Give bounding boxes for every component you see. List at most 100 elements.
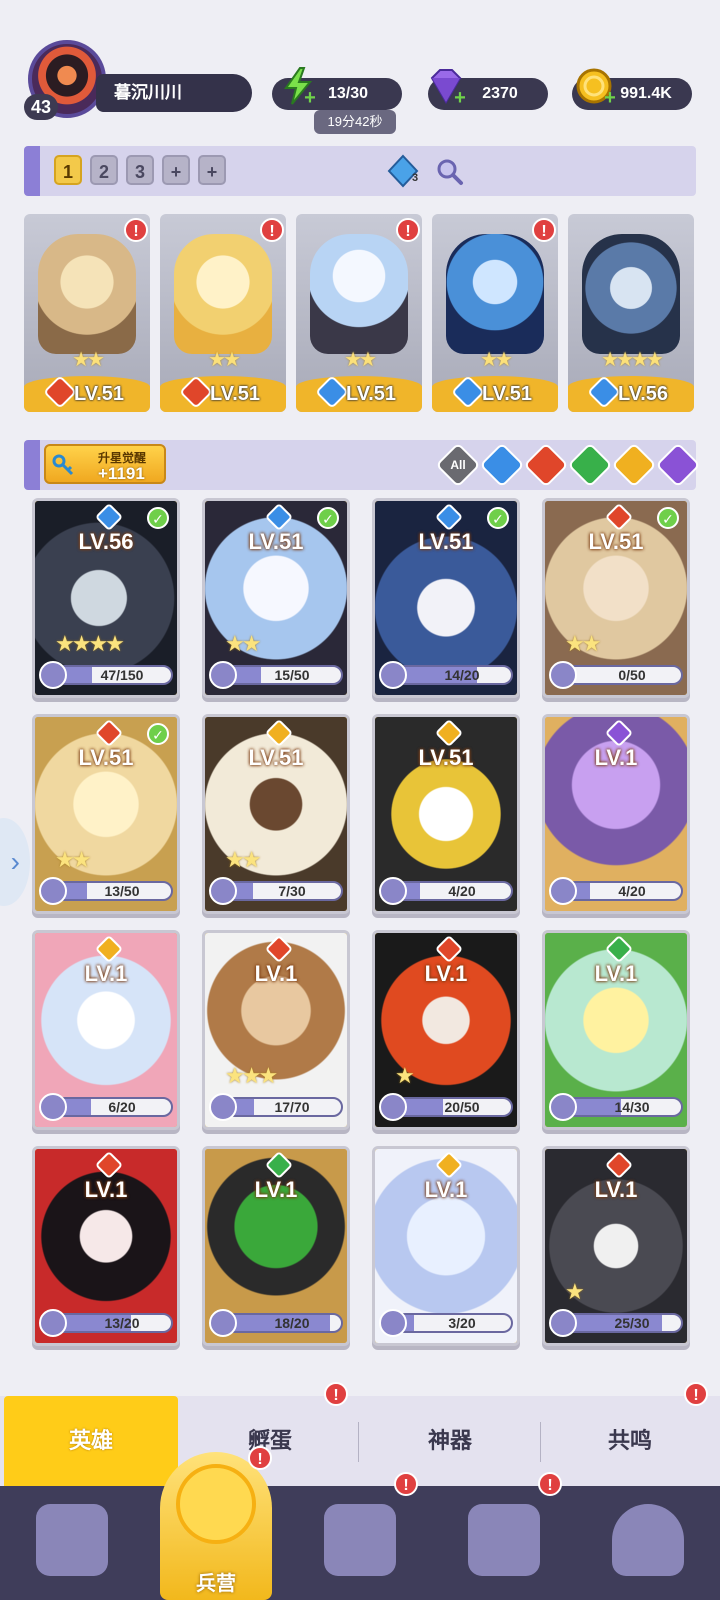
add-gems-icon[interactable]: + bbox=[452, 88, 468, 108]
shard-progress-bar: 17/70 bbox=[225, 1097, 343, 1117]
shard-progress-text: 4/20 bbox=[618, 883, 646, 899]
castle-icon bbox=[468, 1504, 540, 1576]
alert-badge: ! bbox=[394, 1472, 418, 1496]
energy-timer: 19分42秒 bbox=[314, 110, 396, 134]
top-bar: 43 暮沉川川 13/30 + 19分42秒 2370 + 991.4K + bbox=[0, 0, 720, 140]
shard-icon bbox=[549, 877, 577, 905]
shard-icon bbox=[209, 661, 237, 689]
team-add-button-1[interactable]: + bbox=[162, 155, 190, 185]
shard-progress-bar: 15/50 bbox=[225, 665, 343, 685]
alert-badge: ! bbox=[532, 218, 556, 242]
lineup-stars: ★★ bbox=[208, 349, 241, 371]
hero-stars: ★★★ bbox=[225, 1063, 278, 1088]
nav-map[interactable]: ! bbox=[288, 1472, 432, 1600]
player-avatar[interactable]: 43 bbox=[24, 40, 106, 120]
shard-icon bbox=[549, 661, 577, 689]
add-gold-icon[interactable]: + bbox=[602, 88, 618, 108]
chevron-right-icon[interactable]: › bbox=[0, 818, 30, 906]
shard-progress-text: 3/20 bbox=[448, 1315, 476, 1331]
hero-level: LV.1 bbox=[594, 961, 638, 986]
filter-light-icon[interactable] bbox=[611, 442, 657, 488]
hero-card[interactable]: ✓ LV.51 ★★ 0/50 bbox=[542, 498, 690, 698]
filter-fire-icon[interactable] bbox=[523, 442, 569, 488]
filter-water-icon[interactable] bbox=[479, 442, 525, 488]
shard-progress-bar: 18/20 bbox=[225, 1313, 343, 1333]
shard-icon bbox=[209, 877, 237, 905]
hero-level: LV.51 bbox=[588, 529, 644, 554]
hero-portrait bbox=[38, 234, 136, 354]
hero-level: LV.51 bbox=[248, 529, 304, 554]
filter-all-label: All bbox=[450, 458, 466, 472]
shard-icon bbox=[379, 661, 407, 689]
tab-artifact[interactable]: 神器 bbox=[360, 1396, 540, 1486]
hero-card[interactable]: LV.51 4/20 bbox=[372, 714, 520, 914]
shard-progress-bar: 20/50 bbox=[395, 1097, 513, 1117]
shard-icon bbox=[549, 1093, 577, 1121]
hero-card[interactable]: LV.1 13/20 bbox=[32, 1146, 180, 1346]
hero-card[interactable]: ✓ LV.56 ★★★★ 47/150 bbox=[32, 498, 180, 698]
shard-progress-text: 14/30 bbox=[614, 1099, 650, 1115]
crystal-count: 3 bbox=[412, 172, 419, 184]
filter-nature-icon[interactable] bbox=[567, 442, 613, 488]
shard-progress-text: 25/30 bbox=[614, 1315, 650, 1331]
tab-resonance[interactable]: 共鸣 bbox=[540, 1396, 720, 1486]
hero-card[interactable]: LV.1 4/20 bbox=[542, 714, 690, 914]
hero-level: LV.1 bbox=[594, 745, 638, 770]
check-icon: ✓ bbox=[487, 507, 509, 529]
hero-level: LV.51 bbox=[248, 745, 304, 770]
hero-card[interactable]: ✓ LV.51 ★★ 13/50 bbox=[32, 714, 180, 914]
lineup-slot-5[interactable]: ★★★★ LV.56 bbox=[568, 214, 694, 412]
team-lineup: ★★ LV.51 ! ★★ LV.51 ! ★★ LV.51 ! ★★ LV.5… bbox=[24, 214, 696, 414]
nav-castle[interactable]: ! bbox=[432, 1472, 576, 1600]
lineup-level: LV.51 bbox=[345, 383, 397, 405]
hero-card[interactable]: LV.1 ★★★ 17/70 bbox=[202, 930, 350, 1130]
player-name[interactable]: 暮沉川川 bbox=[96, 74, 252, 112]
hero-card[interactable]: LV.1 6/20 bbox=[32, 930, 180, 1130]
add-energy-icon[interactable]: + bbox=[302, 88, 318, 108]
check-icon: ✓ bbox=[147, 507, 169, 529]
search-icon[interactable] bbox=[434, 156, 464, 186]
hero-card[interactable]: LV.1 3/20 bbox=[372, 1146, 520, 1346]
lineup-stars: ★★★★ bbox=[601, 349, 664, 371]
star-awaken-button[interactable]: 升星觉醒 +1191 bbox=[44, 444, 166, 484]
key-icon bbox=[52, 454, 74, 476]
lineup-slot-1[interactable]: ★★ LV.51 ! bbox=[24, 214, 150, 412]
lineup-slot-3[interactable]: ★★ LV.51 ! bbox=[296, 214, 422, 412]
nav-cards[interactable] bbox=[0, 1486, 144, 1600]
alert-badge: ! bbox=[324, 1382, 348, 1406]
team-tab-1[interactable]: 1 bbox=[54, 155, 82, 185]
hero-card[interactable]: LV.51 ★★ 7/30 bbox=[202, 714, 350, 914]
nav-barracks[interactable]: ! 兵营 bbox=[144, 1438, 288, 1600]
hero-level: LV.1 bbox=[254, 961, 298, 986]
lineup-slot-2[interactable]: ★★ LV.51 ! bbox=[160, 214, 286, 412]
hero-card[interactable]: LV.1 14/30 bbox=[542, 930, 690, 1130]
shard-progress-bar: 7/30 bbox=[225, 881, 343, 901]
hero-level: LV.56 bbox=[78, 529, 134, 554]
map-icon bbox=[324, 1504, 396, 1576]
hero-card[interactable]: LV.1 18/20 bbox=[202, 1146, 350, 1346]
hero-card[interactable]: LV.1 ★ 25/30 bbox=[542, 1146, 690, 1346]
team-tab-3[interactable]: 3 bbox=[126, 155, 154, 185]
team-add-button-2[interactable]: + bbox=[198, 155, 226, 185]
shard-icon bbox=[39, 1093, 67, 1121]
hero-level: LV.1 bbox=[254, 1177, 298, 1202]
lineup-level: LV.56 bbox=[617, 383, 669, 405]
lineup-slot-4[interactable]: ★★ LV.51 ! bbox=[432, 214, 558, 412]
team-tab-2[interactable]: 2 bbox=[90, 155, 118, 185]
lineup-level: LV.51 bbox=[481, 383, 533, 405]
lineup-level: LV.51 bbox=[209, 383, 261, 405]
nav-guild[interactable] bbox=[576, 1486, 720, 1600]
shard-icon bbox=[379, 1093, 407, 1121]
shard-icon bbox=[549, 1309, 577, 1337]
shard-progress-bar: 14/20 bbox=[395, 665, 513, 685]
filter-dark-icon[interactable] bbox=[655, 442, 701, 488]
player-level-badge: 43 bbox=[24, 94, 58, 120]
shard-progress-bar: 6/20 bbox=[55, 1097, 173, 1117]
hero-card[interactable]: ✓ LV.51 ★★ 15/50 bbox=[202, 498, 350, 698]
hero-card[interactable]: ✓ LV.51 14/20 bbox=[372, 498, 520, 698]
divider bbox=[358, 1422, 359, 1462]
hero-stars: ★★ bbox=[225, 631, 261, 656]
hero-level: LV.1 bbox=[424, 961, 468, 986]
filter-all-button[interactable]: All bbox=[435, 442, 481, 488]
hero-card[interactable]: LV.1 ★ 20/50 bbox=[372, 930, 520, 1130]
